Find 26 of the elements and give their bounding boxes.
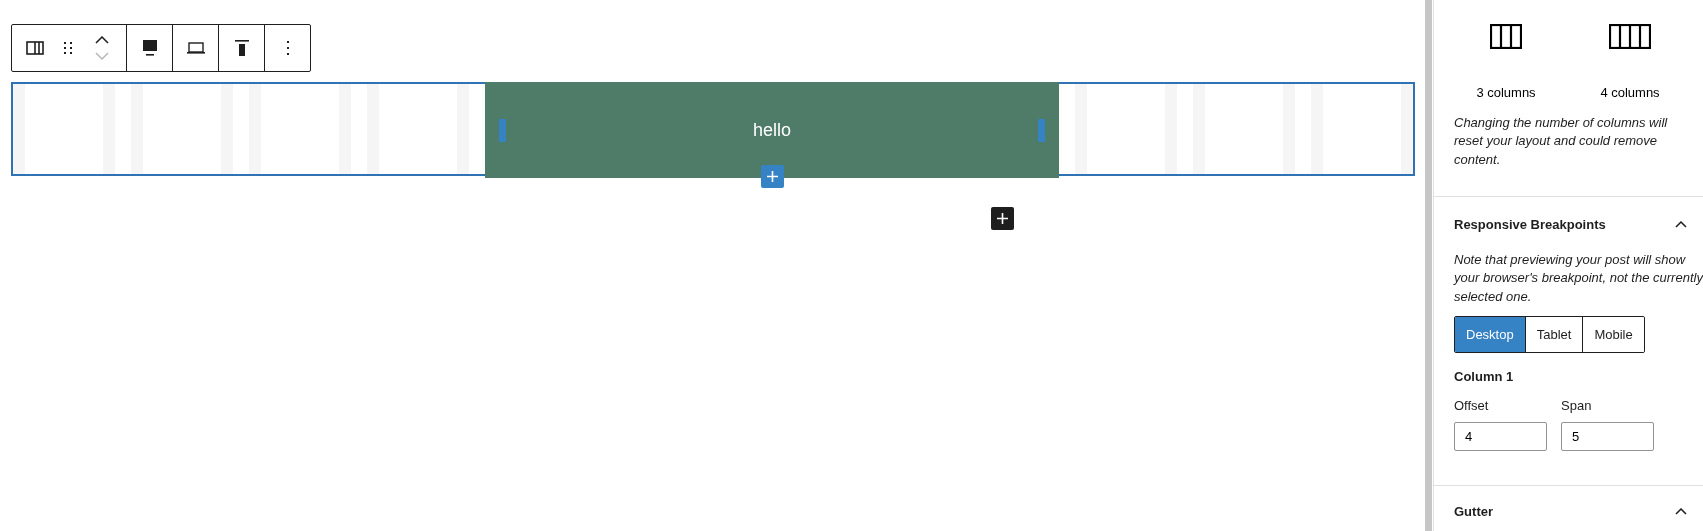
resize-handle[interactable] — [499, 119, 506, 142]
column-layout-icon — [1490, 24, 1522, 49]
warning-text: Changing the number of columns will reset your layout and could remove content. — [1454, 113, 1669, 170]
field-label: Offset — [1454, 396, 1490, 415]
breakpoint-tab[interactable]: Desktop — [1455, 317, 1526, 353]
chevron-icon — [1675, 508, 1687, 516]
note-text: Note that previewing your post will show your browser's breakpoint, not the currently selected one. — [1454, 250, 1703, 307]
column-text: hello — [753, 118, 791, 142]
plus-icon — [765, 170, 779, 183]
chevron-icon — [1675, 221, 1687, 229]
number-field[interactable]: 4 — [1454, 422, 1547, 452]
scrollbar[interactable] — [1424, 0, 1432, 531]
add-block-button[interactable] — [991, 207, 1014, 230]
panel-header[interactable]: Responsive Breakpoints — [1454, 215, 1687, 235]
resize-handle[interactable] — [1038, 119, 1045, 142]
selected-column[interactable]: hello — [485, 82, 1059, 178]
columns-block[interactable]: hello — [11, 82, 1415, 176]
column-preset-button[interactable]: 4 columns — [1573, 24, 1687, 103]
column-heading: Column 1 — [1454, 368, 1515, 387]
column-preset-button[interactable]: 3 columns — [1449, 24, 1563, 103]
plus-icon — [996, 212, 1009, 225]
column-layout-icon — [1609, 24, 1651, 49]
panel-header[interactable]: Gutter — [1454, 502, 1687, 522]
field-label: Span — [1561, 396, 1593, 415]
number-field[interactable]: 5 — [1561, 422, 1654, 452]
move-up-button[interactable] — [95, 36, 109, 44]
